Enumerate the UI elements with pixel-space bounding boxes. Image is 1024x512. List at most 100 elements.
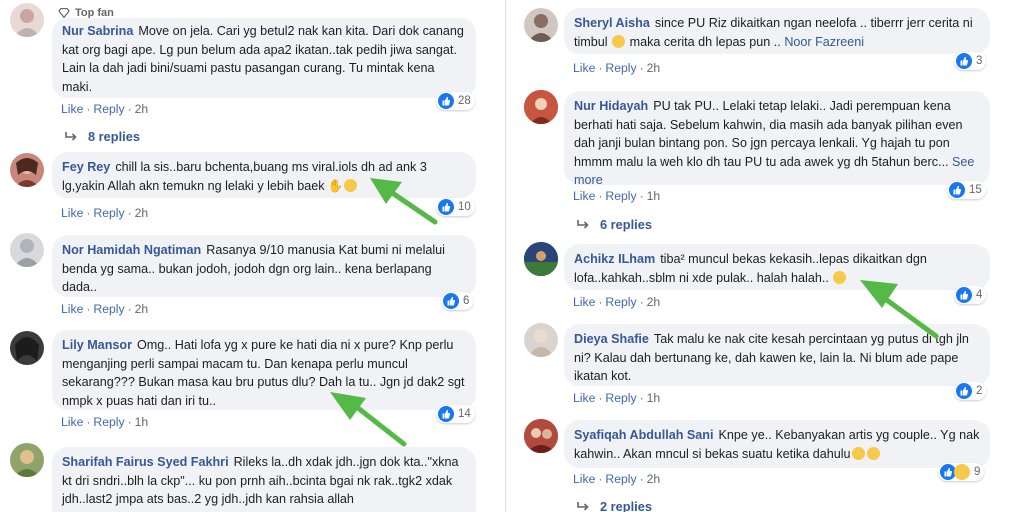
avatar[interactable] (10, 3, 44, 37)
reaction-number: 3 (976, 55, 983, 67)
comment-author[interactable]: Fey Rey (62, 160, 110, 174)
reaction-number: 10 (458, 201, 471, 213)
avatar[interactable] (524, 8, 558, 42)
like-link[interactable]: Like (61, 206, 83, 220)
avatar[interactable] (10, 331, 44, 365)
comment-author[interactable]: Achikz ILham (574, 252, 655, 266)
reaction-count[interactable]: 4 (954, 286, 987, 304)
like-link[interactable]: Like (61, 102, 83, 116)
view-replies-link[interactable]: 8 replies (64, 129, 140, 144)
like-reaction-icon (956, 53, 972, 69)
timestamp[interactable]: 2h (135, 302, 149, 316)
comment-author[interactable]: Sharifah Fairus Syed Fakhri (62, 455, 229, 469)
like-link[interactable]: Like (573, 61, 595, 75)
reply-arrow-icon (577, 219, 589, 229)
like-reaction-icon (438, 406, 454, 422)
timestamp[interactable]: 2h (647, 472, 661, 486)
reaction-count[interactable]: 2 (954, 382, 987, 400)
timestamp[interactable]: 2h (135, 102, 149, 116)
comment-author[interactable]: Nur Hidayah (574, 99, 648, 113)
avatar[interactable] (524, 323, 558, 357)
like-link[interactable]: Like (573, 189, 595, 203)
laughing-emoji-icon (866, 446, 880, 460)
comment-text-continued: maka cerita dh lepas pun .. (629, 34, 781, 49)
view-replies-link[interactable]: 6 replies (576, 217, 652, 232)
timestamp[interactable]: 1h (647, 391, 661, 405)
avatar[interactable] (524, 90, 558, 124)
laughing-emoji-icon (612, 34, 626, 48)
diamond-icon (58, 8, 70, 18)
reply-link[interactable]: Reply (605, 61, 636, 75)
column-divider (505, 0, 506, 512)
avatar[interactable] (10, 153, 44, 187)
ok-hand-emoji-icon: ✋ (327, 178, 344, 193)
comment-actions: Like · Reply · 2h (573, 472, 661, 486)
like-link[interactable]: Like (61, 302, 83, 316)
view-replies-link[interactable]: 2 replies (576, 499, 652, 512)
avatar[interactable] (10, 233, 44, 267)
haha-reaction-icon (954, 464, 970, 480)
reaction-count[interactable]: 15 (947, 181, 986, 199)
reaction-number: 2 (976, 385, 983, 397)
like-link[interactable]: Like (61, 415, 83, 429)
comment-bubble: Nor Hamidah Ngatiman Rasanya 9/10 manusia… (52, 235, 476, 297)
comment-bubble: Dieya Shafie Tak malu ke nak cite kesah p… (564, 324, 990, 386)
reply-link[interactable]: Reply (605, 295, 636, 309)
comment-author[interactable]: Nor Hamidah Ngatiman (62, 243, 201, 257)
mention-link[interactable]: Noor Fazreeni (784, 35, 864, 49)
reply-arrow-icon (577, 501, 589, 511)
avatar[interactable] (524, 419, 558, 453)
like-reaction-icon (438, 93, 454, 109)
like-reaction-icon (956, 287, 972, 303)
reaction-count[interactable]: 10 (436, 198, 475, 216)
avatar[interactable] (524, 242, 558, 276)
comment-bubble: Fey Rey chill la sis..baru bchenta,buang … (52, 152, 476, 198)
left-comment-column: Top fan Nur Sabrina Move on jela. Cari yg… (0, 0, 500, 512)
timestamp[interactable]: 2h (647, 61, 661, 75)
like-link[interactable]: Like (573, 295, 595, 309)
comment-author[interactable]: Syafiqah Abdullah Sani (574, 428, 713, 442)
timestamp[interactable]: 1h (647, 189, 661, 203)
comment-author[interactable]: Nur Sabrina (62, 24, 133, 38)
reaction-count[interactable]: 9 (938, 463, 985, 481)
timestamp[interactable]: 2h (135, 206, 149, 220)
reply-link[interactable]: Reply (93, 206, 124, 220)
comment-actions: Like · Reply · 2h (573, 295, 661, 309)
reply-link[interactable]: Reply (93, 302, 124, 316)
reply-link[interactable]: Reply (93, 415, 124, 429)
reaction-number: 4 (976, 289, 983, 301)
comment-actions: Like · Reply · 2h (61, 302, 149, 316)
comment-bubble: Lily Mansor Omg.. Hati lofa yg x pure ke … (52, 330, 476, 410)
laughing-emoji-icon (851, 446, 865, 460)
reply-link[interactable]: Reply (93, 102, 124, 116)
comment-author[interactable]: Dieya Shafie (574, 332, 649, 346)
like-link[interactable]: Like (573, 391, 595, 405)
reaction-count[interactable]: 6 (441, 292, 474, 310)
comment-actions: Like · Reply · 1h (573, 189, 661, 203)
reply-link[interactable]: Reply (605, 391, 636, 405)
comment-author[interactable]: Sheryl Aisha (574, 16, 650, 30)
avatar[interactable] (10, 443, 44, 477)
comment-bubble: Achikz ILham tiba² muncul bekas kekasih..… (564, 244, 990, 290)
timestamp[interactable]: 1h (135, 415, 149, 429)
comment-actions: Like · Reply · 1h (573, 391, 661, 405)
comment-actions: Like · Reply · 2h (61, 102, 149, 116)
reply-link[interactable]: Reply (605, 472, 636, 486)
comment-bubble: Sharifah Fairus Syed Fakhri Rileks la..dh… (52, 447, 476, 512)
comment-bubble: Nur Sabrina Move on jela. Cari yg betul2 … (52, 18, 476, 98)
reaction-number: 28 (458, 95, 471, 107)
reaction-count[interactable]: 3 (954, 52, 987, 70)
like-link[interactable]: Like (573, 472, 595, 486)
reaction-count[interactable]: 14 (436, 405, 475, 423)
timestamp[interactable]: 2h (647, 295, 661, 309)
reaction-number: 15 (969, 184, 982, 196)
like-reaction-icon (443, 293, 459, 309)
comment-author[interactable]: Lily Mansor (62, 338, 132, 352)
like-reaction-icon (949, 182, 965, 198)
reply-link[interactable]: Reply (605, 189, 636, 203)
comment-actions: Like · Reply · 2h (61, 206, 149, 220)
reaction-count[interactable]: 28 (436, 92, 475, 110)
comment-actions: Like · Reply · 1h (61, 415, 149, 429)
comment-bubble: Syafiqah Abdullah Sani Knpe ye.. Kebanyak… (564, 420, 990, 468)
replies-count: 8 replies (88, 129, 140, 144)
